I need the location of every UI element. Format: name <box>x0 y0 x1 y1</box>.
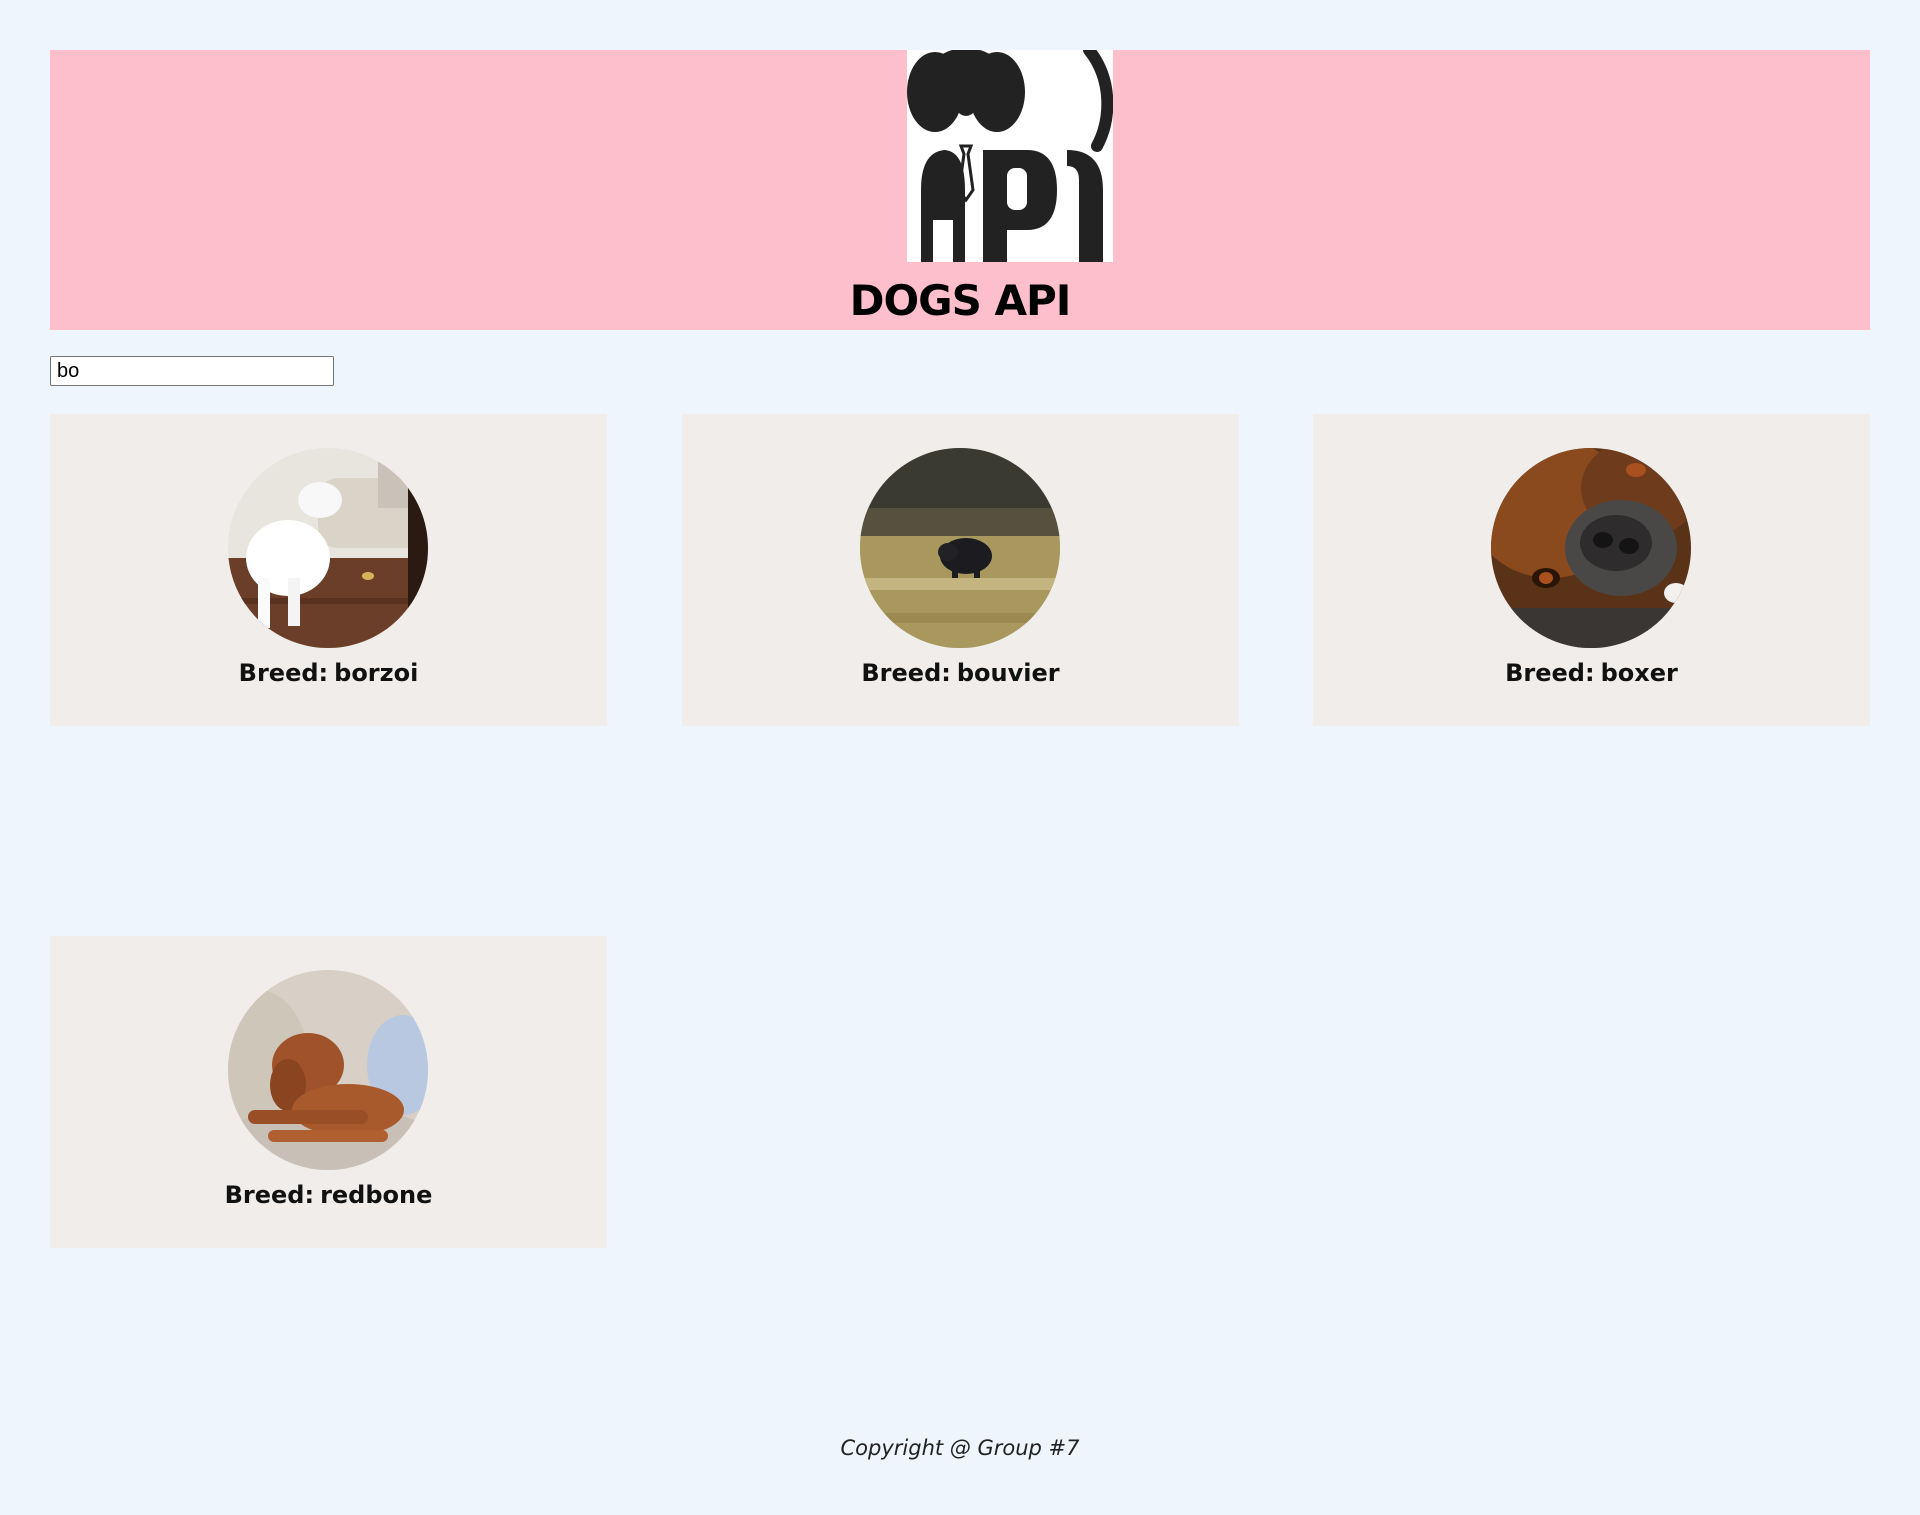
breed-name: bouvier <box>956 659 1060 687</box>
white-dog-on-floor-photo <box>228 448 428 648</box>
breed-name: borzoi <box>334 659 419 687</box>
breed-label: Breed: borzoi <box>238 659 419 687</box>
breed-label: Breed: bouvier <box>861 659 1060 687</box>
breed-search-input[interactable] <box>50 356 334 386</box>
breed-card-bouvier[interactable]: Breed: bouvier <box>682 414 1239 726</box>
breed-label: Breed: redbone <box>224 1181 433 1209</box>
site-title: DOGS API <box>849 276 1072 325</box>
breed-card-redbone[interactable]: Breed: redbone <box>50 936 607 1248</box>
breed-name: redbone <box>320 1181 433 1209</box>
boxer-face-closeup-photo <box>1491 448 1691 648</box>
breed-card-borzoi[interactable]: Breed: borzoi <box>50 414 607 726</box>
black-dog-in-field-photo <box>860 448 1060 648</box>
dog-logo-icon <box>907 50 1113 262</box>
breed-card-boxer[interactable]: Breed: boxer <box>1313 414 1870 726</box>
sleeping-red-dog-photo <box>228 970 428 1170</box>
copyright-footer: Copyright @ Group #7 <box>840 1436 1080 1460</box>
breed-name: boxer <box>1600 659 1678 687</box>
breed-label: Breed: boxer <box>1505 659 1678 687</box>
site-header: DOGS API <box>50 50 1870 330</box>
